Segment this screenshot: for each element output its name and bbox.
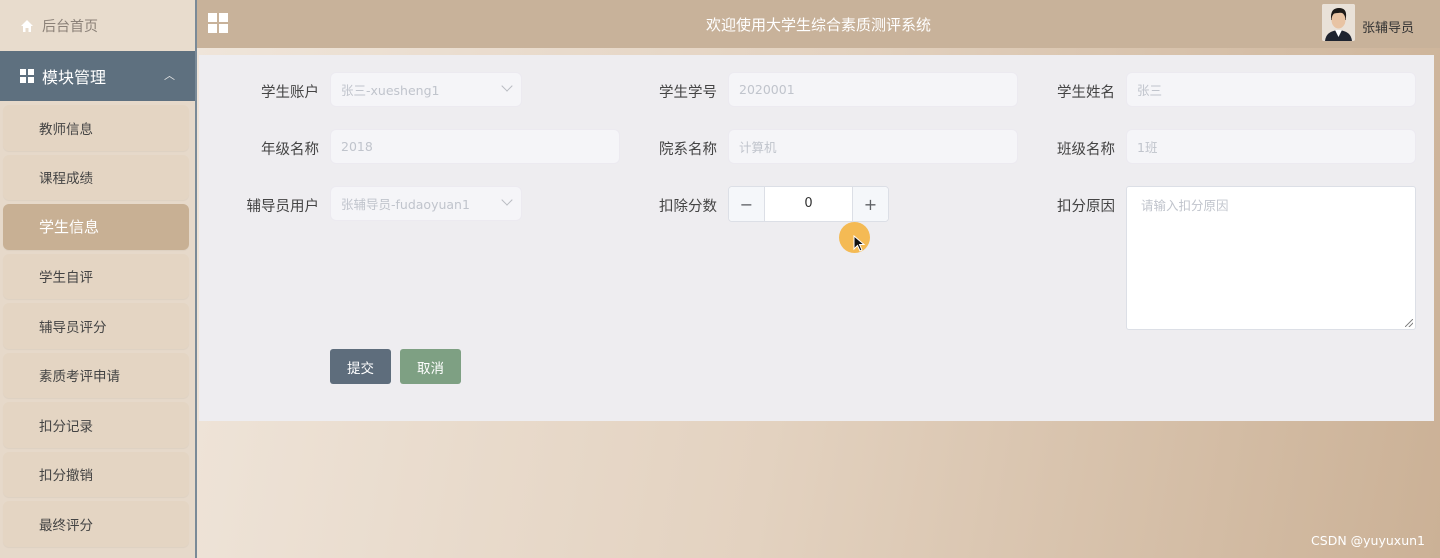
department-value: 计算机 [739, 140, 777, 155]
mouse-cursor-icon [853, 235, 866, 252]
deduct-points-label: 扣除分数 [659, 199, 717, 215]
top-header: 欢迎使用大学生综合素质测评系统 张辅导员 [197, 0, 1440, 48]
sidebar-item-label: 课程成绩 [39, 171, 93, 188]
sidebar-item-label: 学生信息 [39, 218, 100, 237]
sidebar-module-group[interactable]: 模块管理 ︿ [0, 51, 195, 101]
sidebar-item-deduct-record[interactable]: 扣分记录 [3, 402, 189, 448]
counselor-select[interactable]: 张辅导员-fudaoyuan1 [330, 186, 522, 221]
sidebar-item-self-eval[interactable]: 学生自评 [3, 253, 189, 299]
sidebar-item-student-info[interactable]: 学生信息 [3, 204, 189, 250]
deduct-reason-placeholder: 请输入扣分原因 [1141, 198, 1229, 213]
grade-field[interactable]: 2018 [330, 129, 620, 164]
sidebar-module-label: 模块管理 [42, 68, 107, 87]
sidebar-item-label: 教师信息 [39, 121, 93, 138]
student-name-value: 张三 [1137, 83, 1163, 98]
chevron-up-icon: ︿ [164, 69, 175, 82]
sidebar-item-deduct-revoke[interactable]: 扣分撤销 [3, 451, 189, 497]
student-name-field[interactable]: 张三 [1126, 72, 1416, 107]
counselor-label: 辅导员用户 [246, 199, 320, 215]
grade-label: 年级名称 [261, 142, 319, 158]
class-name-value: 1班 [1137, 140, 1158, 155]
sidebar-item-label: 辅导员评分 [39, 319, 107, 336]
watermark: CSDN @yuyuxun1 [1311, 533, 1425, 548]
decrement-button[interactable]: − [729, 187, 765, 221]
department-field[interactable]: 计算机 [728, 129, 1018, 164]
chevron-down-icon [501, 80, 513, 92]
student-account-label: 学生账户 [261, 85, 319, 101]
student-id-field[interactable]: 2020001 [728, 72, 1018, 107]
sidebar-home-label: 后台首页 [42, 18, 98, 35]
sidebar-menu: 教师信息 课程成绩 学生信息 学生自评 辅导员评分 素质考评申请 扣分记录 扣分… [0, 101, 195, 547]
resize-grip-icon[interactable] [1405, 319, 1413, 327]
home-icon [20, 19, 34, 33]
sidebar-item-label: 学生自评 [39, 270, 93, 287]
deduct-points-value[interactable]: 0 [765, 187, 852, 221]
class-name-field[interactable]: 1班 [1126, 129, 1416, 164]
deduct-reason-textarea[interactable]: 请输入扣分原因 [1126, 186, 1416, 330]
sidebar-item-label: 素质考评申请 [39, 369, 120, 386]
sidebar-home-link[interactable]: 后台首页 [0, 0, 195, 51]
sidebar-item-label: 最终评分 [39, 517, 93, 534]
module-grid-icon [20, 69, 34, 83]
sidebar-item-label: 扣分撤销 [39, 468, 93, 485]
student-account-value: 张三-xuesheng1 [341, 83, 440, 98]
chevron-down-icon [501, 194, 513, 206]
sidebar-item-final-score[interactable]: 最终评分 [3, 501, 189, 547]
sidebar-item-label: 扣分记录 [39, 418, 93, 435]
user-name[interactable]: 张辅导员 [1362, 17, 1414, 36]
student-account-select[interactable]: 张三-xuesheng1 [330, 72, 522, 107]
deduct-points-stepper[interactable]: − 0 + [728, 186, 889, 222]
edit-form-panel: 学生账户 张三-xuesheng1 学生学号 2020001 学生姓名 张三 年… [199, 55, 1434, 421]
grade-value: 2018 [341, 139, 373, 154]
student-name-label: 学生姓名 [1057, 85, 1115, 101]
student-id-value: 2020001 [739, 82, 795, 97]
sidebar-item-teacher-info[interactable]: 教师信息 [3, 105, 189, 151]
submit-button[interactable]: 提交 [330, 349, 391, 384]
student-id-label: 学生学号 [659, 85, 717, 101]
deduct-reason-label: 扣分原因 [1057, 199, 1115, 215]
sidebar-item-counselor-score[interactable]: 辅导员评分 [3, 303, 189, 349]
increment-button[interactable]: + [852, 187, 888, 221]
counselor-value: 张辅导员-fudaoyuan1 [341, 197, 470, 212]
sidebar: 后台首页 模块管理 ︿ 教师信息 课程成绩 学生信息 学生自评 辅导员评分 素质… [0, 0, 197, 558]
page-title: 欢迎使用大学生综合素质测评系统 [705, 16, 931, 34]
avatar[interactable] [1322, 4, 1355, 41]
department-label: 院系名称 [659, 142, 717, 158]
cancel-button[interactable]: 取消 [400, 349, 461, 384]
sidebar-item-quality-apply[interactable]: 素质考评申请 [3, 352, 189, 398]
class-name-label: 班级名称 [1057, 142, 1115, 158]
sidebar-item-course-grades[interactable]: 课程成绩 [3, 154, 189, 200]
